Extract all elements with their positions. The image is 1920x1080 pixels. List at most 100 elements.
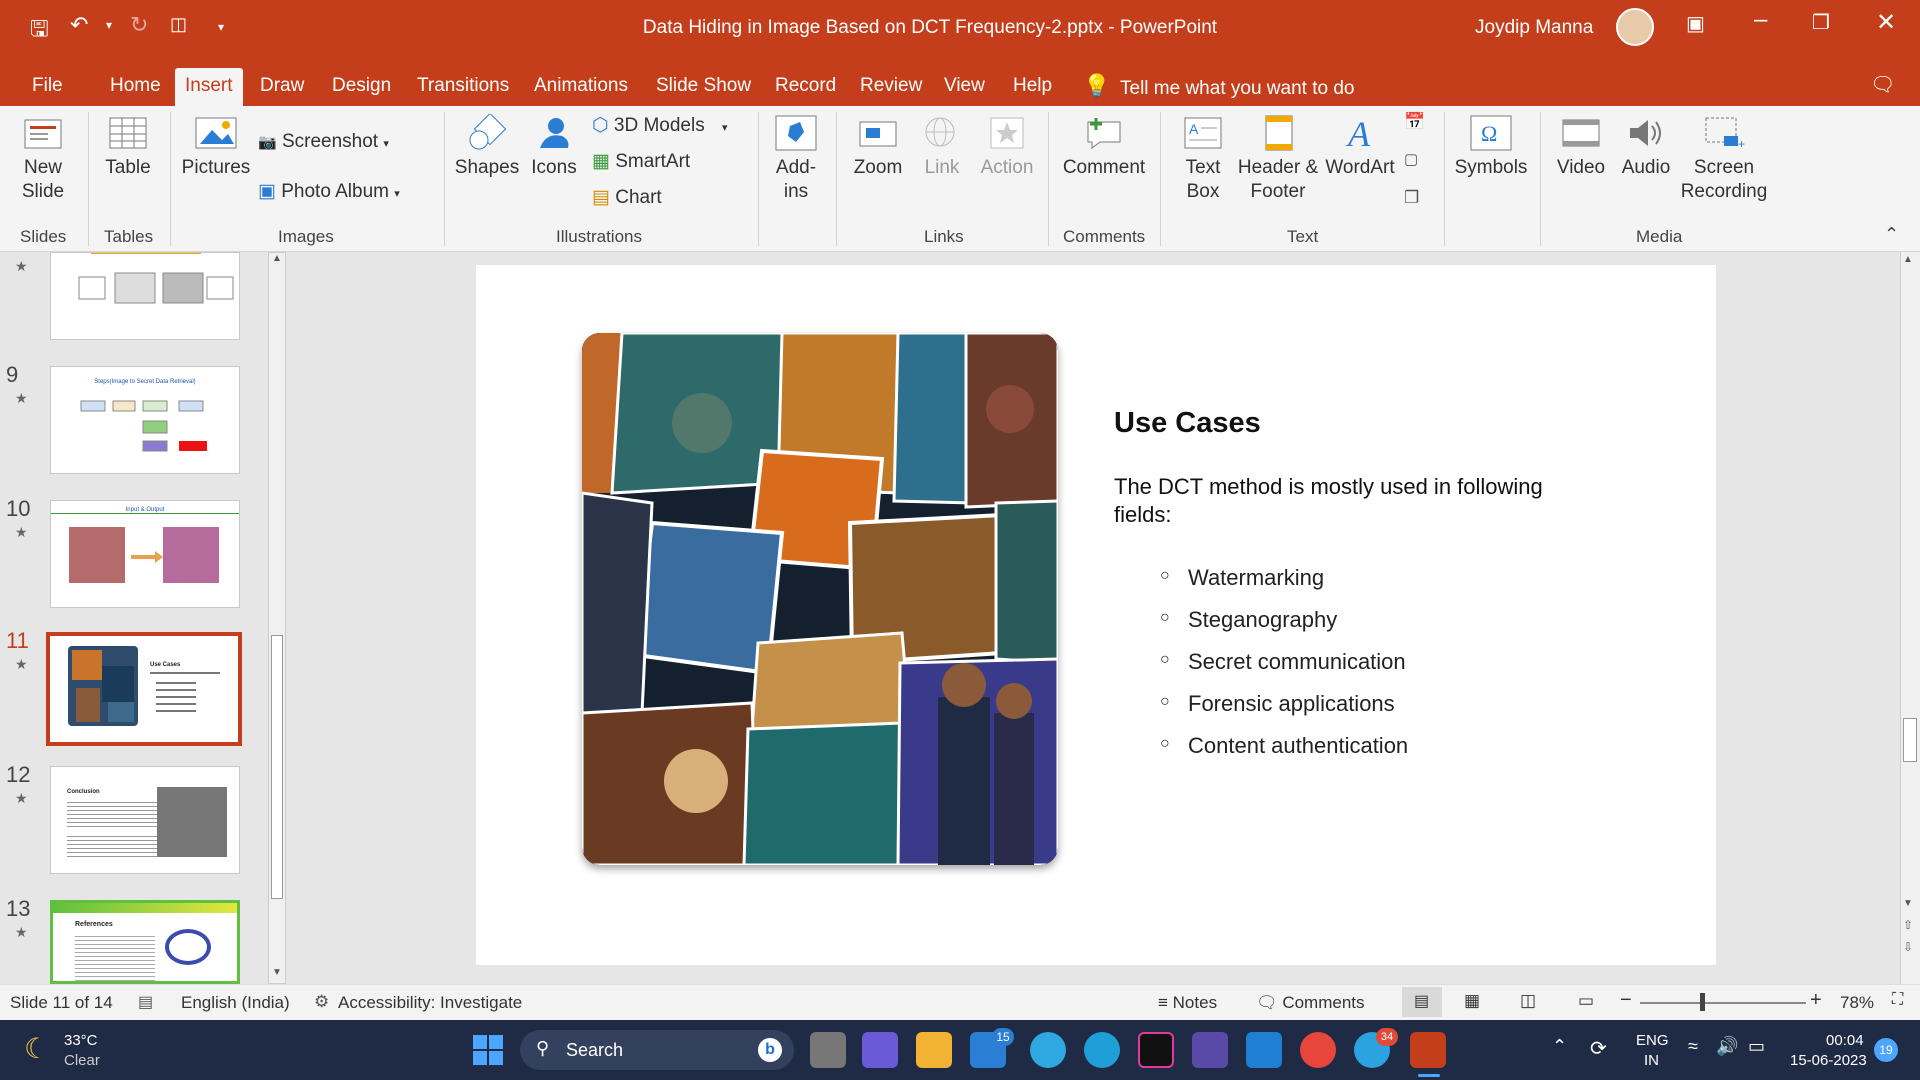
next-slide-icon[interactable]: ⇩ bbox=[1903, 940, 1913, 954]
tab-design[interactable]: Design bbox=[322, 68, 401, 106]
slide-thumbnail-11-selected[interactable]: Use Cases bbox=[46, 632, 242, 746]
spelling-icon[interactable]: ▤ bbox=[138, 992, 153, 1012]
slide-intro-text[interactable]: The DCT method is mostly used in followi… bbox=[1114, 473, 1594, 529]
edge-icon[interactable] bbox=[1084, 1032, 1120, 1068]
notes-button[interactable]: ≡ Notes bbox=[1158, 993, 1217, 1013]
avatar[interactable] bbox=[1616, 8, 1654, 46]
thumbnail-scrollbar[interactable]: ▲ ▼ bbox=[268, 252, 286, 984]
redo-icon[interactable]: ↻ bbox=[130, 12, 148, 38]
app-icon[interactable] bbox=[1192, 1032, 1228, 1068]
3d-models-button[interactable]: ⬡ 3D Models ▾ bbox=[592, 114, 728, 140]
slide-show-button[interactable]: ▭ bbox=[1578, 991, 1594, 1011]
previous-slide-icon[interactable]: ⇧ bbox=[1903, 918, 1913, 932]
tab-help[interactable]: Help bbox=[1003, 68, 1062, 106]
moon-weather-icon[interactable]: ☾ bbox=[24, 1032, 49, 1065]
slide-thumbnail-8[interactable] bbox=[50, 252, 240, 340]
photo-album-button[interactable]: ▣ Photo Album ▾ bbox=[258, 180, 400, 206]
tab-record[interactable]: Record bbox=[765, 68, 846, 106]
task-view-icon[interactable] bbox=[810, 1032, 846, 1068]
vscode-icon[interactable] bbox=[1246, 1032, 1282, 1068]
collapse-ribbon-icon[interactable]: ⌃ bbox=[1884, 224, 1899, 245]
weather-temp[interactable]: 33°C bbox=[64, 1032, 98, 1049]
zoom-level[interactable]: 78% bbox=[1840, 993, 1874, 1013]
add-ins-button[interactable]: Add-ins bbox=[766, 114, 826, 204]
action-button[interactable]: Action bbox=[974, 114, 1040, 180]
symbols-button[interactable]: Ω Symbols bbox=[1450, 114, 1532, 180]
screen-recording-button[interactable]: + Screen Recording bbox=[1678, 114, 1770, 204]
slide-thumbnail-9[interactable]: Steps(Image to Secret Data Retrieval) bbox=[50, 366, 240, 474]
icons-button[interactable]: Icons bbox=[526, 114, 582, 180]
restore-button[interactable]: ❐ bbox=[1812, 10, 1830, 35]
input-language-2[interactable]: IN bbox=[1644, 1052, 1659, 1069]
start-button[interactable] bbox=[472, 1034, 504, 1066]
shapes-button[interactable]: Shapes bbox=[452, 114, 522, 180]
use-cases-collage-image[interactable] bbox=[582, 333, 1058, 865]
comments-button[interactable]: 🗨 Comments bbox=[1256, 993, 1365, 1013]
undo-dropdown-icon[interactable]: ▾ bbox=[106, 18, 112, 32]
weather-app-icon[interactable] bbox=[1030, 1032, 1066, 1068]
undo-icon[interactable]: ↶ bbox=[70, 12, 88, 38]
clock-time[interactable]: 00:04 bbox=[1826, 1032, 1864, 1049]
tab-file[interactable]: File bbox=[22, 68, 73, 106]
save-icon[interactable]: 🖫 bbox=[30, 12, 49, 50]
reading-view-button[interactable]: ◫ bbox=[1520, 991, 1536, 1011]
slide-heading[interactable]: Use Cases bbox=[1114, 407, 1261, 440]
show-hidden-icons[interactable]: ⌃ bbox=[1552, 1036, 1567, 1057]
normal-view-button[interactable]: ▤ bbox=[1402, 987, 1442, 1017]
notification-badge[interactable]: 19 bbox=[1874, 1038, 1898, 1062]
tab-view[interactable]: View bbox=[934, 68, 995, 106]
slide-thumbnail-10[interactable]: Input & Output bbox=[50, 500, 240, 608]
wifi-icon[interactable]: ≈ bbox=[1688, 1036, 1698, 1057]
comment-button[interactable]: Comment bbox=[1056, 114, 1152, 180]
customize-qat-icon[interactable]: ▾ bbox=[218, 20, 224, 34]
clock-date[interactable]: 15-06-2023 bbox=[1790, 1052, 1867, 1069]
text-box-button[interactable]: A Text Box bbox=[1168, 114, 1238, 204]
tab-animations[interactable]: Animations bbox=[524, 68, 638, 106]
language-indicator[interactable]: English (India) bbox=[181, 993, 290, 1013]
audio-button[interactable]: Audio bbox=[1614, 114, 1678, 180]
chart-button[interactable]: ▤ Chart bbox=[592, 186, 662, 210]
zoom-slider-thumb[interactable] bbox=[1700, 993, 1705, 1011]
smartart-button[interactable]: ▦ SmartArt bbox=[592, 150, 690, 174]
slide-canvas[interactable]: Use Cases The DCT method is mostly used … bbox=[476, 265, 1716, 965]
tab-draw[interactable]: Draw bbox=[250, 68, 314, 106]
volume-icon[interactable]: 🔊 bbox=[1716, 1036, 1738, 1057]
tab-slide-show[interactable]: Slide Show bbox=[646, 68, 761, 106]
input-language-1[interactable]: ENG bbox=[1636, 1032, 1669, 1049]
present-icon[interactable]: ◫ bbox=[170, 14, 187, 35]
slide-thumbnail-13[interactable]: References bbox=[50, 900, 240, 984]
editor-scrollbar[interactable]: ▲ ▼ ⇧ ⇩ bbox=[1900, 252, 1920, 984]
slide-sorter-button[interactable]: ▦ bbox=[1464, 991, 1480, 1011]
tab-transitions[interactable]: Transitions bbox=[407, 68, 519, 106]
minimize-button[interactable]: – bbox=[1754, 6, 1767, 34]
zoom-button[interactable]: Zoom bbox=[846, 114, 910, 180]
tab-insert[interactable]: Insert bbox=[175, 68, 243, 106]
link-button[interactable]: Link bbox=[914, 114, 970, 180]
battery-icon[interactable]: ▭ bbox=[1748, 1036, 1765, 1057]
comments-pane-icon[interactable]: 🗨 bbox=[1870, 72, 1895, 97]
accessibility-status[interactable]: Accessibility: Investigate bbox=[338, 993, 522, 1013]
new-slide-button[interactable]: New Slide bbox=[10, 114, 76, 204]
taskbar-search[interactable]: ⚲ Search b bbox=[520, 1030, 794, 1070]
slide-thumbnail-12[interactable]: Conclusion bbox=[50, 766, 240, 874]
tell-me-search[interactable]: Tell me what you want to do bbox=[1120, 78, 1354, 100]
powerpoint-taskbar-icon[interactable] bbox=[1410, 1032, 1446, 1068]
teams-chat-icon[interactable] bbox=[862, 1032, 898, 1068]
zoom-slider[interactable] bbox=[1640, 1002, 1806, 1004]
table-button[interactable]: Table bbox=[98, 114, 158, 180]
file-explorer-icon[interactable] bbox=[916, 1032, 952, 1068]
tab-review[interactable]: Review bbox=[850, 68, 932, 106]
zoom-out-button[interactable]: − bbox=[1620, 989, 1632, 1012]
screenshot-button[interactable]: 📷 Screenshot ▾ bbox=[258, 130, 389, 156]
ribbon-display-icon[interactable]: ▣ bbox=[1686, 11, 1705, 36]
chrome-icon[interactable] bbox=[1300, 1032, 1336, 1068]
jetbrains-icon[interactable] bbox=[1138, 1032, 1174, 1068]
wordart-button[interactable]: A WordArt bbox=[1320, 114, 1400, 180]
accessibility-icon[interactable]: ⚙ bbox=[314, 992, 329, 1012]
weather-condition[interactable]: Clear bbox=[64, 1052, 100, 1069]
sync-icon[interactable]: ⟳ bbox=[1590, 1036, 1607, 1061]
fit-to-window-icon[interactable]: ⛶ bbox=[1892, 991, 1903, 1009]
zoom-in-button[interactable]: + bbox=[1810, 989, 1822, 1012]
date-time-icon[interactable]: 📅 bbox=[1404, 112, 1425, 132]
user-name[interactable]: Joydip Manna bbox=[1475, 17, 1593, 39]
